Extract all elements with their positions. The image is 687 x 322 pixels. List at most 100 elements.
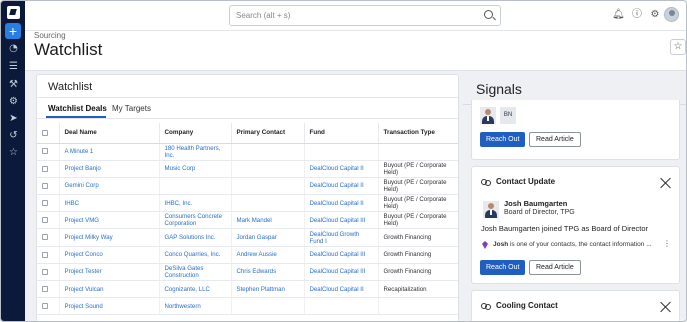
primary-contact-link[interactable]: Jordan Gaspar — [231, 228, 305, 247]
fund-link[interactable]: DealCloud Capital III — [304, 263, 379, 282]
primary-contact-link[interactable]: Andrew Aussie — [231, 246, 305, 264]
history-icon[interactable]: ↺ — [8, 130, 19, 141]
table-row[interactable]: Gemini Corp DealCloud Capital II Buyout (P… — [37, 177, 458, 196]
primary-contact-link[interactable] — [231, 177, 305, 196]
deal-name-link[interactable]: Project Banjo — [59, 160, 160, 178]
people-icon — [481, 179, 491, 187]
settings-gear-icon[interactable]: ⚙ — [8, 96, 19, 107]
reach-out-button[interactable]: Reach Out — [480, 260, 526, 275]
row-checkbox[interactable] — [37, 194, 60, 213]
company-link[interactable]: DeSilva Gates Construction — [159, 263, 232, 282]
fund-link[interactable] — [304, 143, 379, 161]
tab-watchlist-deals[interactable]: Watchlist Deals — [48, 104, 107, 113]
favorite-star-icon[interactable]: ☆ — [670, 39, 686, 55]
column-header-company[interactable]: Company — [159, 123, 232, 144]
row-checkbox[interactable] — [37, 297, 60, 316]
column-header-transaction-type[interactable]: Transaction Type — [378, 123, 458, 144]
help-icon[interactable]: ⓘ — [631, 9, 643, 21]
table-row[interactable]: Project Tester DeSilva Gates Construction… — [37, 263, 458, 282]
list-icon[interactable]: ☰ — [8, 61, 19, 72]
column-header-primary-contact[interactable]: Primary Contact — [231, 123, 305, 144]
fund-link[interactable]: DealCloud Capital II — [304, 280, 379, 299]
star-icon[interactable]: ☆ — [8, 147, 19, 158]
deal-name-link[interactable]: Project Conco — [59, 246, 160, 264]
row-checkbox[interactable] — [37, 211, 60, 230]
deal-name-link[interactable]: Project VMG — [59, 211, 160, 230]
deal-name-link[interactable]: Gemini Corp — [59, 177, 160, 196]
global-search[interactable] — [229, 5, 501, 26]
company-link[interactable] — [159, 177, 232, 196]
more-options-icon[interactable]: ⋮ — [663, 239, 671, 248]
deal-name-link[interactable]: IHBC — [59, 194, 160, 213]
primary-contact-link[interactable] — [231, 297, 305, 316]
reach-out-button[interactable]: Reach Out — [480, 132, 526, 147]
table-row[interactable]: Project Milky Way GAP Solutions Inc. Jorda… — [37, 228, 458, 247]
contact-name[interactable]: Josh Baumgarten — [504, 199, 567, 208]
send-icon[interactable]: ➤ — [8, 113, 19, 124]
tools-icon[interactable]: ⚒ — [8, 79, 19, 90]
deal-name-link[interactable]: Project Vulcan — [59, 280, 160, 299]
company-link[interactable]: Conco Quarries, Inc. — [159, 246, 232, 264]
tab-my-targets[interactable]: My Targets — [112, 104, 151, 113]
fund-link[interactable]: DealCloud Capital II — [304, 177, 379, 196]
app-logo-icon[interactable] — [7, 6, 20, 19]
primary-contact-link[interactable] — [231, 143, 305, 161]
table-row[interactable]: IHBC IHBC, Inc. DealCloud Capital II Buyout… — [37, 194, 458, 213]
primary-contact-link[interactable]: Stephen Plattman — [231, 280, 305, 299]
breadcrumb[interactable]: Sourcing — [34, 31, 66, 40]
fund-link[interactable]: DealCloud Capital II — [304, 194, 379, 213]
company-link[interactable]: Consumers Concrete Corporation — [159, 211, 232, 230]
row-checkbox[interactable] — [37, 177, 60, 196]
row-checkbox[interactable] — [37, 143, 60, 161]
read-article-button[interactable]: Read Article — [529, 260, 581, 275]
company-link[interactable]: Cognizante, LLC — [159, 280, 232, 299]
fund-link[interactable]: DealCloud Capital III — [304, 246, 379, 264]
primary-contact-link[interactable]: Chris Edwards — [231, 263, 305, 282]
company-link[interactable]: Music Corp — [159, 160, 232, 178]
row-checkbox[interactable] — [37, 246, 60, 264]
close-icon[interactable] — [660, 301, 672, 313]
contact-photo — [483, 201, 499, 218]
table-row[interactable]: Project Vulcan Cognizante, LLC Stephen Pla… — [37, 280, 458, 299]
read-article-button[interactable]: Read Article — [529, 132, 581, 147]
table-row[interactable]: Project Banjo Music Corp DealCloud Capital… — [37, 160, 458, 178]
company-link[interactable]: IHBC, Inc. — [159, 194, 232, 213]
fund-link[interactable]: DealCloud Growth Fund I — [304, 228, 379, 247]
row-checkbox[interactable] — [37, 228, 60, 247]
primary-contact-link[interactable]: Mark Mandel — [231, 211, 305, 230]
close-icon[interactable] — [660, 177, 672, 189]
select-all-checkbox[interactable] — [37, 123, 60, 144]
deal-name-link[interactable]: Project Sound — [59, 297, 160, 316]
row-checkbox[interactable] — [37, 280, 60, 299]
fund-link[interactable] — [304, 297, 379, 316]
user-avatar[interactable] — [664, 7, 679, 22]
deal-name-link[interactable]: Project Milky Way — [59, 228, 160, 247]
table-row[interactable]: Project Conco Conco Quarries, Inc. Andrew … — [37, 246, 458, 264]
fund-link[interactable]: DealCloud Capital II — [304, 160, 379, 178]
transaction-type-cell: Growth Financing — [378, 246, 458, 264]
primary-contact-link[interactable] — [231, 194, 305, 213]
row-checkbox[interactable] — [37, 263, 60, 282]
primary-contact-link[interactable] — [231, 160, 305, 178]
row-checkbox[interactable] — [37, 160, 60, 178]
table-header-row: Deal Name Company Primary Contact Fund T… — [37, 123, 458, 144]
table-row[interactable]: Project VMG Consumers Concrete Corporatio… — [37, 211, 458, 230]
company-link[interactable]: Northwestern — [159, 297, 232, 316]
deal-name-link[interactable]: Project Tester — [59, 263, 160, 282]
search-input[interactable] — [236, 11, 476, 20]
add-icon[interactable]: + — [5, 23, 21, 39]
gear-icon[interactable]: ⚙ — [649, 9, 661, 21]
top-bar: 🔔︎ ⓘ ⚙ — [25, 1, 686, 31]
column-header-deal-name[interactable]: Deal Name — [59, 123, 160, 144]
column-header-fund[interactable]: Fund — [304, 123, 379, 144]
company-link[interactable]: GAP Solutions Inc. — [159, 228, 232, 247]
fund-link[interactable]: DealCloud Capital III — [304, 211, 379, 230]
table-row[interactable]: A Minute 1 180 Health Partners, Inc. — [37, 143, 458, 161]
search-icon[interactable] — [484, 10, 493, 19]
dashboard-icon[interactable]: ◔ — [8, 43, 19, 54]
table-row[interactable]: Project Sound Northwestern — [37, 297, 458, 316]
company-link[interactable]: 180 Health Partners, Inc. — [159, 143, 232, 161]
bell-icon[interactable]: 🔔︎ — [612, 9, 625, 21]
deal-name-link[interactable]: A Minute 1 — [59, 143, 160, 161]
page-header: Sourcing Watchlist ☆ — [25, 31, 686, 71]
